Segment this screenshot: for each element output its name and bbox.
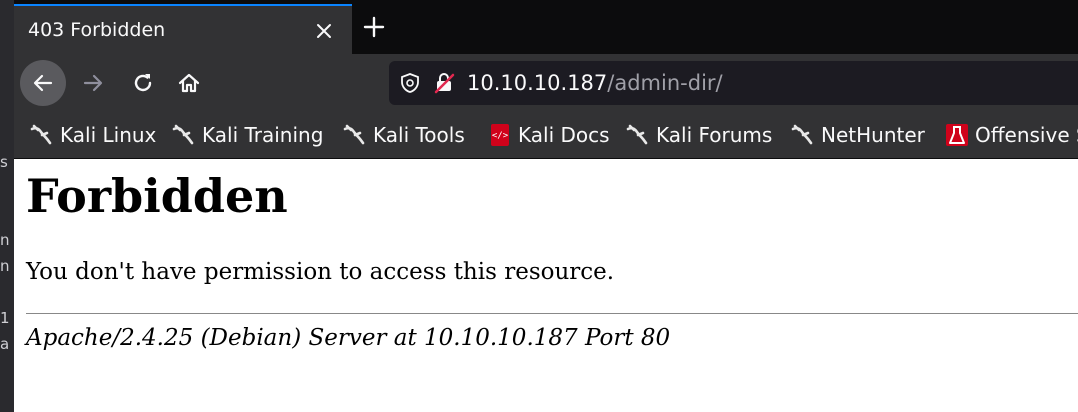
url-path: /admin-dir/: [607, 71, 723, 95]
bookmark-label: Offensive S: [975, 123, 1078, 147]
shield-icon[interactable]: [399, 72, 421, 98]
url-host: 10.10.10.187: [467, 71, 608, 95]
forward-button[interactable]: [70, 60, 116, 106]
home-icon: [178, 73, 200, 93]
reload-button[interactable]: [120, 60, 166, 106]
back-button[interactable]: [20, 60, 66, 106]
kali-dragon-icon: [172, 124, 194, 145]
reload-icon: [134, 74, 152, 92]
server-signature: Apache/2.4.25 (Debian) Server at 10.10.1…: [26, 325, 671, 351]
url-text[interactable]: 10.10.10.187/admin-dir/: [467, 71, 723, 95]
insecure-lock-icon[interactable]: [433, 72, 455, 98]
bookmark-label: NetHunter: [821, 123, 925, 147]
arrow-right-icon: [83, 74, 103, 92]
page-title: Forbidden: [26, 169, 288, 223]
address-bar[interactable]: 10.10.10.187/admin-dir/: [389, 61, 1078, 105]
bookmark-label: Kali Linux: [60, 123, 157, 147]
svg-text:</>: </>: [492, 131, 509, 141]
tab-title: 403 Forbidden: [28, 19, 166, 41]
home-button[interactable]: [166, 60, 212, 106]
background-window-char: a: [0, 335, 10, 353]
background-window-edge: s n n 1 a: [0, 0, 14, 412]
background-window-char: n: [0, 231, 10, 249]
divider: [26, 313, 1078, 314]
browser-window: 403 Forbidden 10.10.10.187/admin-dir/ Ka…: [14, 0, 1078, 412]
bookmark-label: Kali Docs: [518, 123, 610, 147]
plus-icon[interactable]: [362, 15, 386, 39]
bookmark-label: Kali Training: [202, 123, 324, 147]
kali-dragon-icon: [343, 124, 365, 145]
kali-docs-icon: </>: [491, 124, 509, 146]
offensive-security-icon: [946, 124, 968, 146]
bookmark-label: Kali Forums: [656, 123, 773, 147]
bookmark-label: Kali Tools: [373, 123, 465, 147]
close-icon[interactable]: [314, 21, 334, 41]
navigation-toolbar: 10.10.10.187/admin-dir/: [14, 54, 1078, 112]
page-content: Forbidden You don't have permission to a…: [14, 159, 1078, 412]
kali-dragon-icon: [30, 124, 52, 145]
tab-active[interactable]: 403 Forbidden: [14, 4, 352, 54]
error-message: You don't have permission to access this…: [26, 259, 615, 285]
background-window-char: 1: [0, 309, 10, 327]
background-window-char: n: [0, 257, 10, 275]
tab-strip: 403 Forbidden: [14, 0, 1078, 54]
bookmarks-toolbar: Kali Linux Kali Training Kali Tools </> …: [14, 112, 1078, 159]
kali-dragon-icon: [626, 124, 648, 145]
arrow-left-icon: [33, 74, 53, 92]
kali-dragon-icon: [791, 124, 813, 145]
background-window-char: s: [0, 153, 8, 171]
